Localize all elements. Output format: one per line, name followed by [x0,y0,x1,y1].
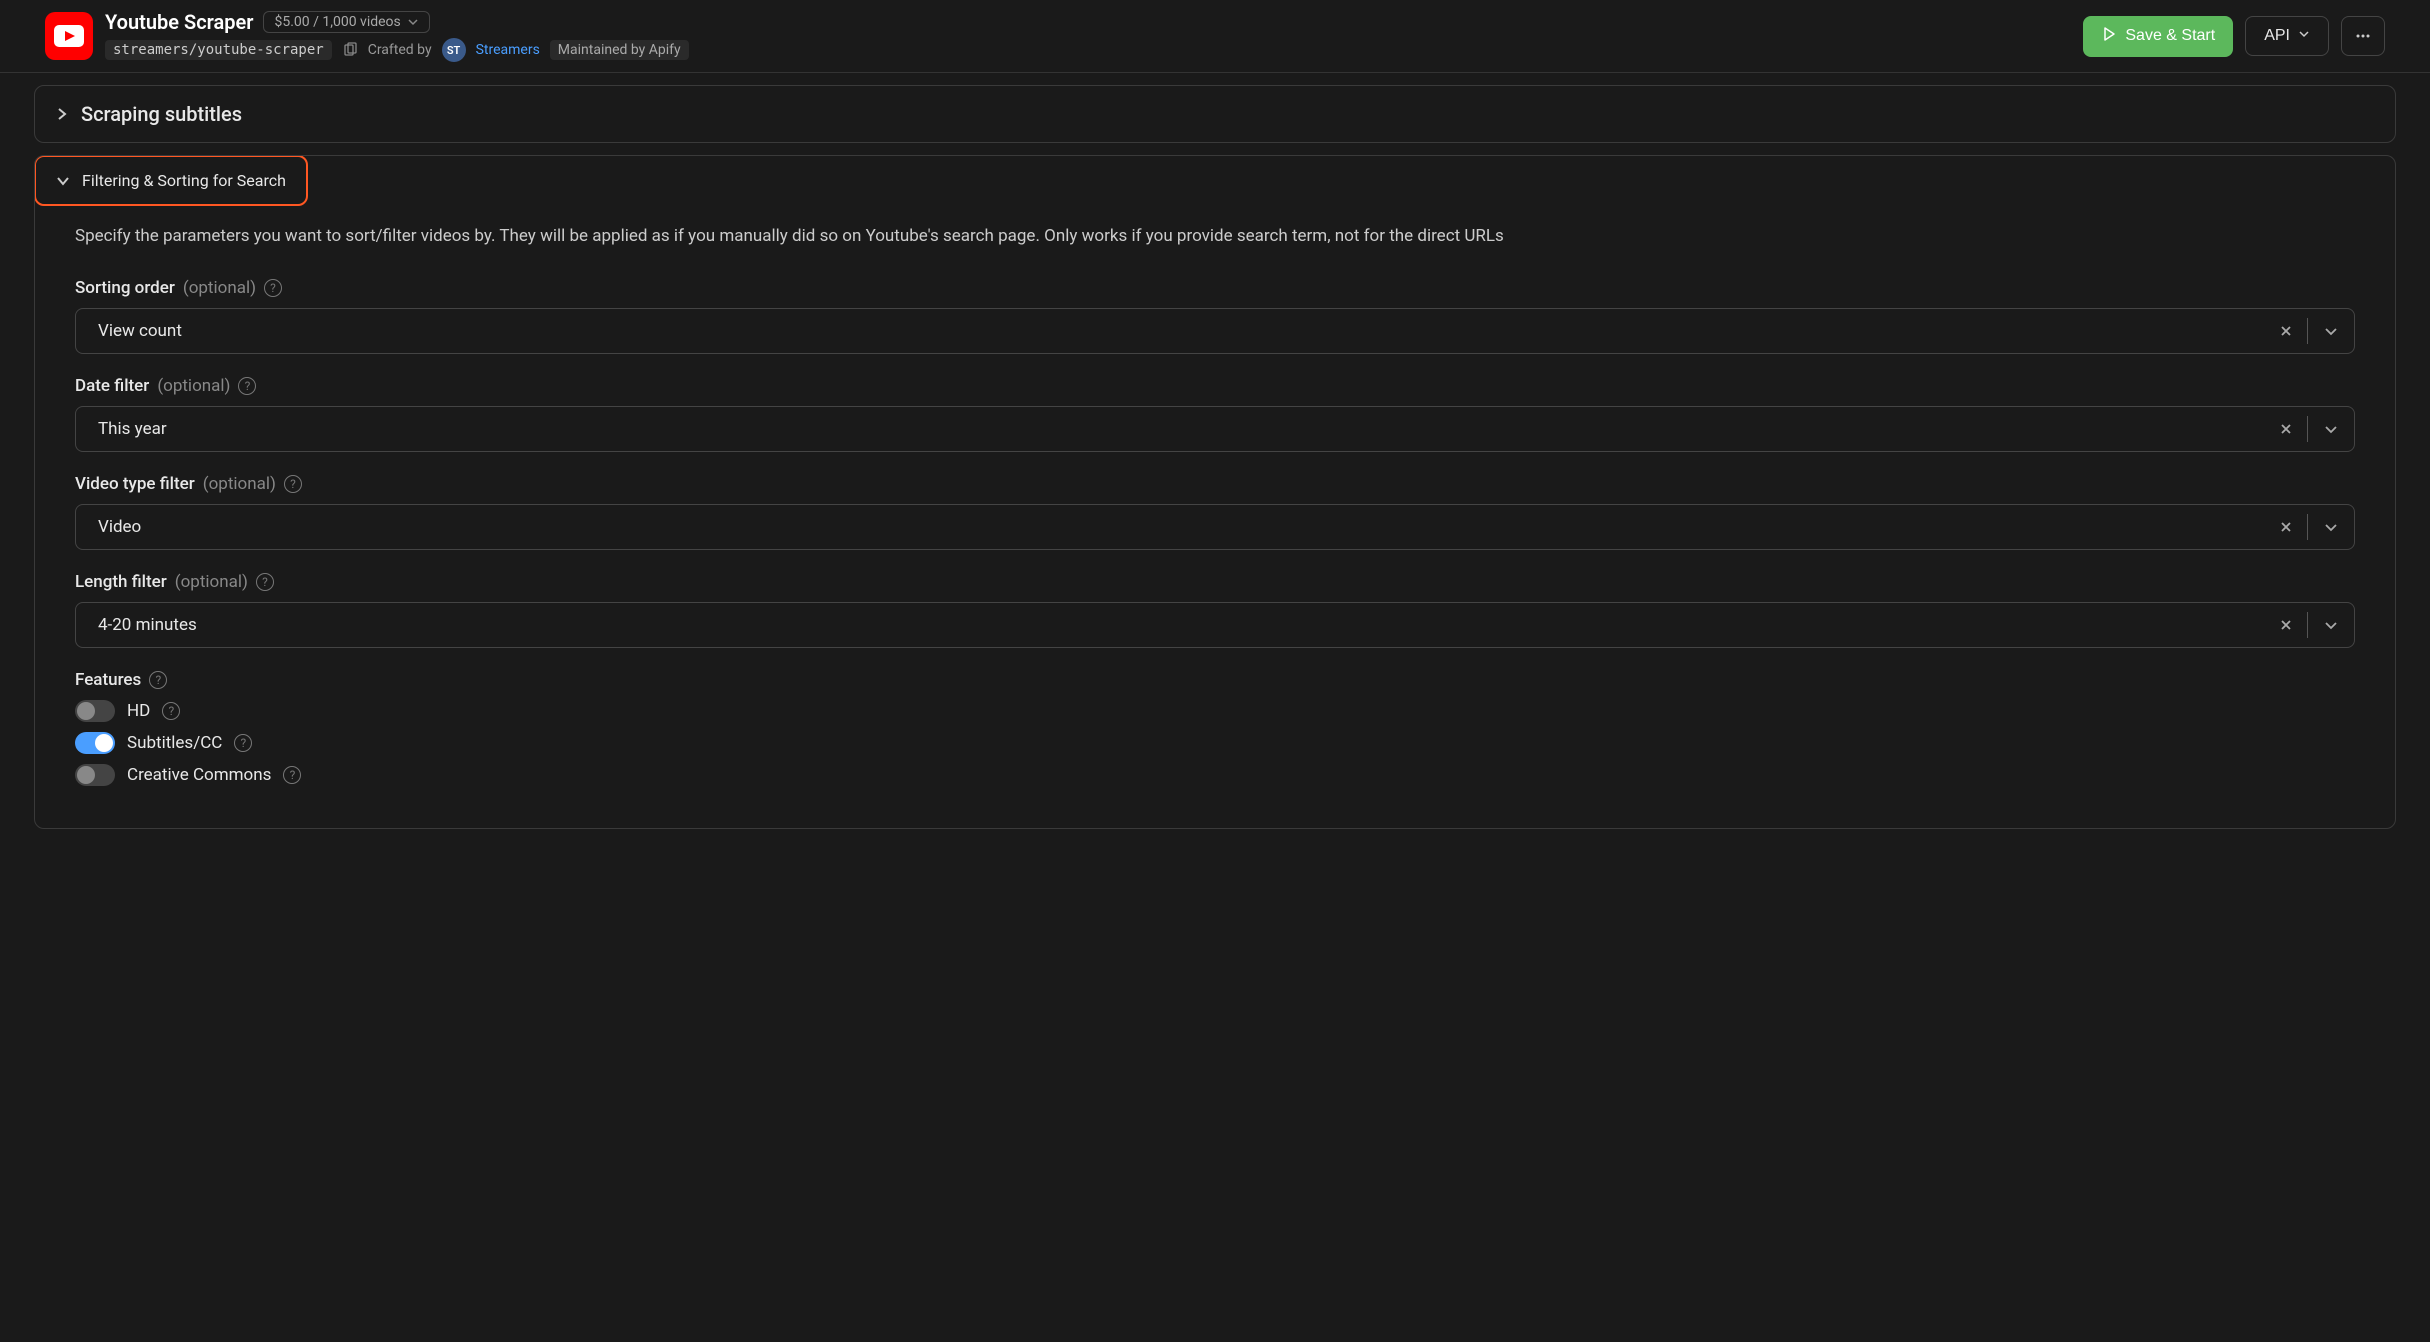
field-date-filter: Date filter (optional) ? This year [75,376,2355,452]
optional-label: (optional) [175,572,248,592]
crafted-by-label: Crafted by [368,42,432,58]
feature-row: Subtitles/CC? [75,732,2355,754]
help-icon[interactable]: ? [149,671,167,689]
dots-icon [2354,27,2372,45]
optional-label: (optional) [203,474,276,494]
save-start-button[interactable]: Save & Start [2083,16,2233,57]
panel-subtitles: Scraping subtitles [34,85,2396,143]
optional-label: (optional) [183,278,256,298]
chevron-right-icon [55,107,69,121]
author-link[interactable]: Streamers [476,42,540,58]
help-icon[interactable]: ? [284,475,302,493]
app-header: Youtube Scraper $5.00 / 1,000 videos str… [0,0,2430,73]
panel-subtitles-title: Scraping subtitles [81,102,242,126]
date-filter-select[interactable]: This year [75,406,2355,452]
author-avatar: ST [442,38,466,62]
help-icon[interactable]: ? [162,702,180,720]
pricing-chip[interactable]: $5.00 / 1,000 videos [263,11,429,33]
select-value: This year [76,419,2265,439]
panel-filtering-title: Filtering & Sorting for Search [82,171,286,190]
length-filter-label: Length filter [75,572,167,592]
field-video-type: Video type filter (optional) ? Video [75,474,2355,550]
clear-icon[interactable] [2265,513,2307,541]
save-start-label: Save & Start [2125,27,2215,45]
clear-icon[interactable] [2265,611,2307,639]
play-icon [2101,26,2117,47]
more-menu-button[interactable] [2341,16,2385,56]
slug-chip: streamers/youtube-scraper [105,40,332,60]
feature-label: HD [127,701,150,721]
chevron-down-icon [2298,27,2310,45]
help-icon[interactable]: ? [256,573,274,591]
feature-label: Subtitles/CC [127,733,222,753]
header-title-block: Youtube Scraper $5.00 / 1,000 videos str… [105,10,689,62]
field-features: Features ? HD?Subtitles/CC?Creative Comm… [75,670,2355,786]
feature-toggle[interactable] [75,732,115,754]
chevron-down-icon[interactable] [2308,520,2354,534]
content-area: Scraping subtitles Filtering & Sorting f… [0,73,2430,861]
panel-filtering-header[interactable]: Filtering & Sorting for Search [34,155,308,206]
api-button[interactable]: API [2245,16,2329,56]
field-length-filter: Length filter (optional) ? 4-20 minutes [75,572,2355,648]
chevron-down-icon [56,174,70,188]
length-filter-select[interactable]: 4-20 minutes [75,602,2355,648]
select-value: 4-20 minutes [76,615,2265,635]
copy-icon[interactable] [342,42,358,58]
select-value: Video [76,517,2265,537]
help-icon[interactable]: ? [234,734,252,752]
feature-label: Creative Commons [127,765,271,785]
feature-toggle[interactable] [75,700,115,722]
feature-row: HD? [75,700,2355,722]
video-type-select[interactable]: Video [75,504,2355,550]
help-icon[interactable]: ? [283,766,301,784]
panel-description: Specify the parameters you want to sort/… [75,223,2355,250]
panel-filtering-body: Specify the parameters you want to sort/… [35,205,2395,828]
chevron-down-icon [407,16,419,28]
select-value: View count [76,321,2265,341]
sorting-order-label: Sorting order [75,278,175,298]
field-sorting-order: Sorting order (optional) ? View count [75,278,2355,354]
feature-toggle[interactable] [75,764,115,786]
help-icon[interactable]: ? [264,279,282,297]
api-label: API [2264,27,2290,45]
feature-row: Creative Commons? [75,764,2355,786]
clear-icon[interactable] [2265,415,2307,443]
youtube-icon [54,25,84,47]
pricing-text: $5.00 / 1,000 videos [274,14,400,30]
sorting-order-select[interactable]: View count [75,308,2355,354]
video-type-label: Video type filter [75,474,195,494]
chevron-down-icon[interactable] [2308,422,2354,436]
optional-label: (optional) [157,376,230,396]
features-list: HD?Subtitles/CC?Creative Commons? [75,700,2355,786]
chevron-down-icon[interactable] [2308,618,2354,632]
maintainer-chip: Maintained by Apify [550,40,689,60]
help-icon[interactable]: ? [238,377,256,395]
app-title: Youtube Scraper [105,10,253,34]
chevron-down-icon[interactable] [2308,324,2354,338]
panel-subtitles-header[interactable]: Scraping subtitles [35,86,2395,142]
panel-filtering: Filtering & Sorting for Search Specify t… [34,155,2396,829]
features-label: Features [75,670,141,690]
clear-icon[interactable] [2265,317,2307,345]
app-logo [45,12,93,60]
date-filter-label: Date filter [75,376,149,396]
